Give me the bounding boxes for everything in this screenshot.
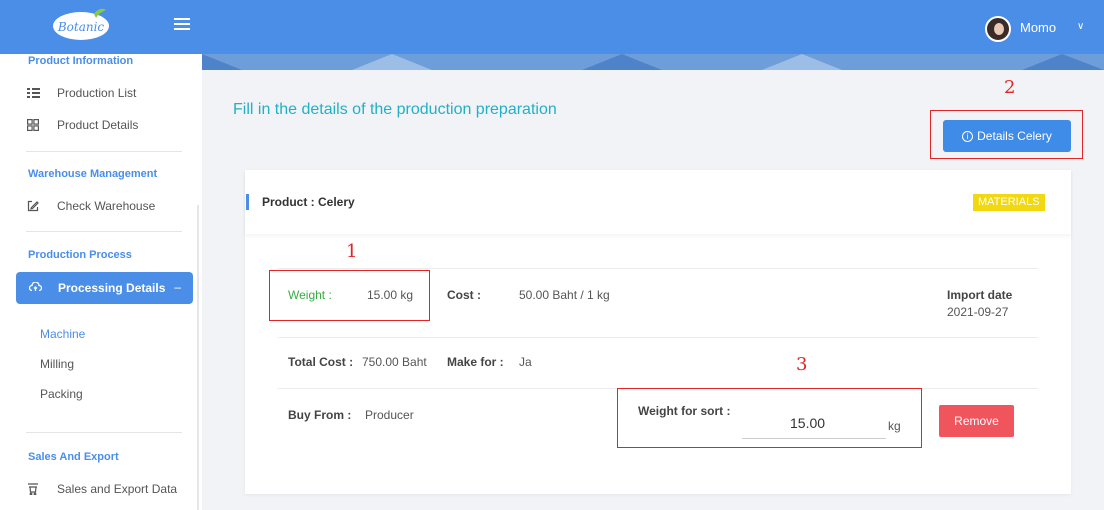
user-avatar[interactable]: [985, 16, 1011, 42]
sidebar-item-sales-export-data[interactable]: Sales and Export Data: [26, 482, 177, 496]
cart-icon: [26, 482, 40, 496]
sidebar-item-product-details[interactable]: Product Details: [26, 118, 138, 132]
sidebar-item-label: Product Details: [57, 118, 139, 132]
import-date-label: Import date: [947, 288, 1013, 302]
divider: [26, 151, 182, 152]
sidebar-item-processing-details[interactable]: Processing Details –: [16, 272, 193, 304]
divider: [26, 231, 182, 232]
section-title-warehouse-management: Warehouse Management: [28, 168, 158, 180]
card-accent-bar: [246, 194, 249, 210]
details-celery-button[interactable]: i Details Celery: [943, 120, 1071, 152]
section-title-sales-export: Sales And Export: [28, 451, 119, 463]
sidebar-item-label: Processing Details: [58, 281, 166, 295]
sidebar-scrollbar[interactable]: [197, 205, 199, 510]
sidebar: Botanic Product Information Production L…: [0, 0, 202, 510]
sidebar-item-check-warehouse[interactable]: Check Warehouse: [26, 199, 155, 213]
annotation-number-2: 2: [1004, 77, 1016, 98]
botanic-logo[interactable]: Botanic: [50, 6, 112, 42]
total-cost-label: Total Cost :: [288, 355, 354, 369]
sidebar-item-production-list[interactable]: Production List: [26, 86, 136, 100]
chevron-down-icon[interactable]: ∨: [1077, 21, 1084, 32]
sidebar-subitem-packing[interactable]: Packing: [40, 387, 83, 401]
status-badge: MATERIALS: [973, 194, 1045, 211]
banner-pattern: [202, 54, 1104, 70]
sidebar-subitem-milling[interactable]: Milling: [40, 357, 74, 371]
card-title: Product : Celery: [262, 195, 355, 209]
annotation-number-3: 3: [796, 354, 808, 375]
grid-icon: [26, 118, 40, 132]
weight-label: Weight :: [288, 288, 332, 302]
details-button-label: Details Celery: [977, 129, 1052, 143]
buy-from-value: Producer: [365, 408, 414, 422]
list-icon: [26, 86, 40, 100]
card-header: Product : Celery MATERIALS: [245, 170, 1071, 234]
hamburger-icon[interactable]: [174, 18, 190, 32]
sidebar-item-label: Check Warehouse: [57, 199, 156, 213]
weight-for-sort-label: Weight for sort :: [638, 404, 731, 418]
weight-for-sort-underline: [742, 438, 886, 439]
weight-for-sort-unit: kg: [888, 419, 901, 433]
annotation-box-3: [617, 388, 922, 448]
edit-icon: [26, 199, 40, 213]
section-title-production-process: Production Process: [28, 249, 132, 261]
sidebar-header: Botanic: [0, 0, 202, 54]
weight-for-sort-input[interactable]: 15.00: [790, 415, 825, 431]
make-for-value: Ja: [519, 355, 532, 369]
header-banner: [202, 54, 1104, 70]
user-name[interactable]: Momo: [1020, 20, 1056, 35]
cloud-icon: [28, 281, 43, 295]
weight-value: 15.00 kg: [367, 288, 414, 302]
logo-text: Botanic: [57, 20, 105, 34]
sidebar-item-label: Production List: [57, 86, 137, 100]
import-date-value: 2021-09-27: [947, 305, 1009, 319]
collapse-icon[interactable]: –: [174, 280, 181, 294]
buy-from-label: Buy From :: [288, 408, 352, 422]
cost-value: 50.00 Baht / 1 kg: [519, 288, 610, 302]
annotation-number-1: 1: [346, 241, 358, 262]
info-icon: i: [962, 130, 974, 142]
sidebar-subitem-machine[interactable]: Machine: [40, 327, 85, 341]
total-cost-value: 750.00 Baht: [362, 355, 427, 369]
row-divider: [278, 268, 1038, 269]
page-title: Fill in the details of the production pr…: [233, 101, 557, 118]
make-for-label: Make for :: [447, 355, 504, 369]
sidebar-item-label: Sales and Export Data: [57, 482, 178, 496]
cost-label: Cost :: [447, 288, 481, 302]
remove-button[interactable]: Remove: [939, 405, 1014, 437]
divider: [26, 432, 182, 433]
top-header: [202, 0, 1104, 54]
row-divider: [278, 337, 1038, 338]
section-title-product-information: Product Information: [28, 55, 134, 67]
